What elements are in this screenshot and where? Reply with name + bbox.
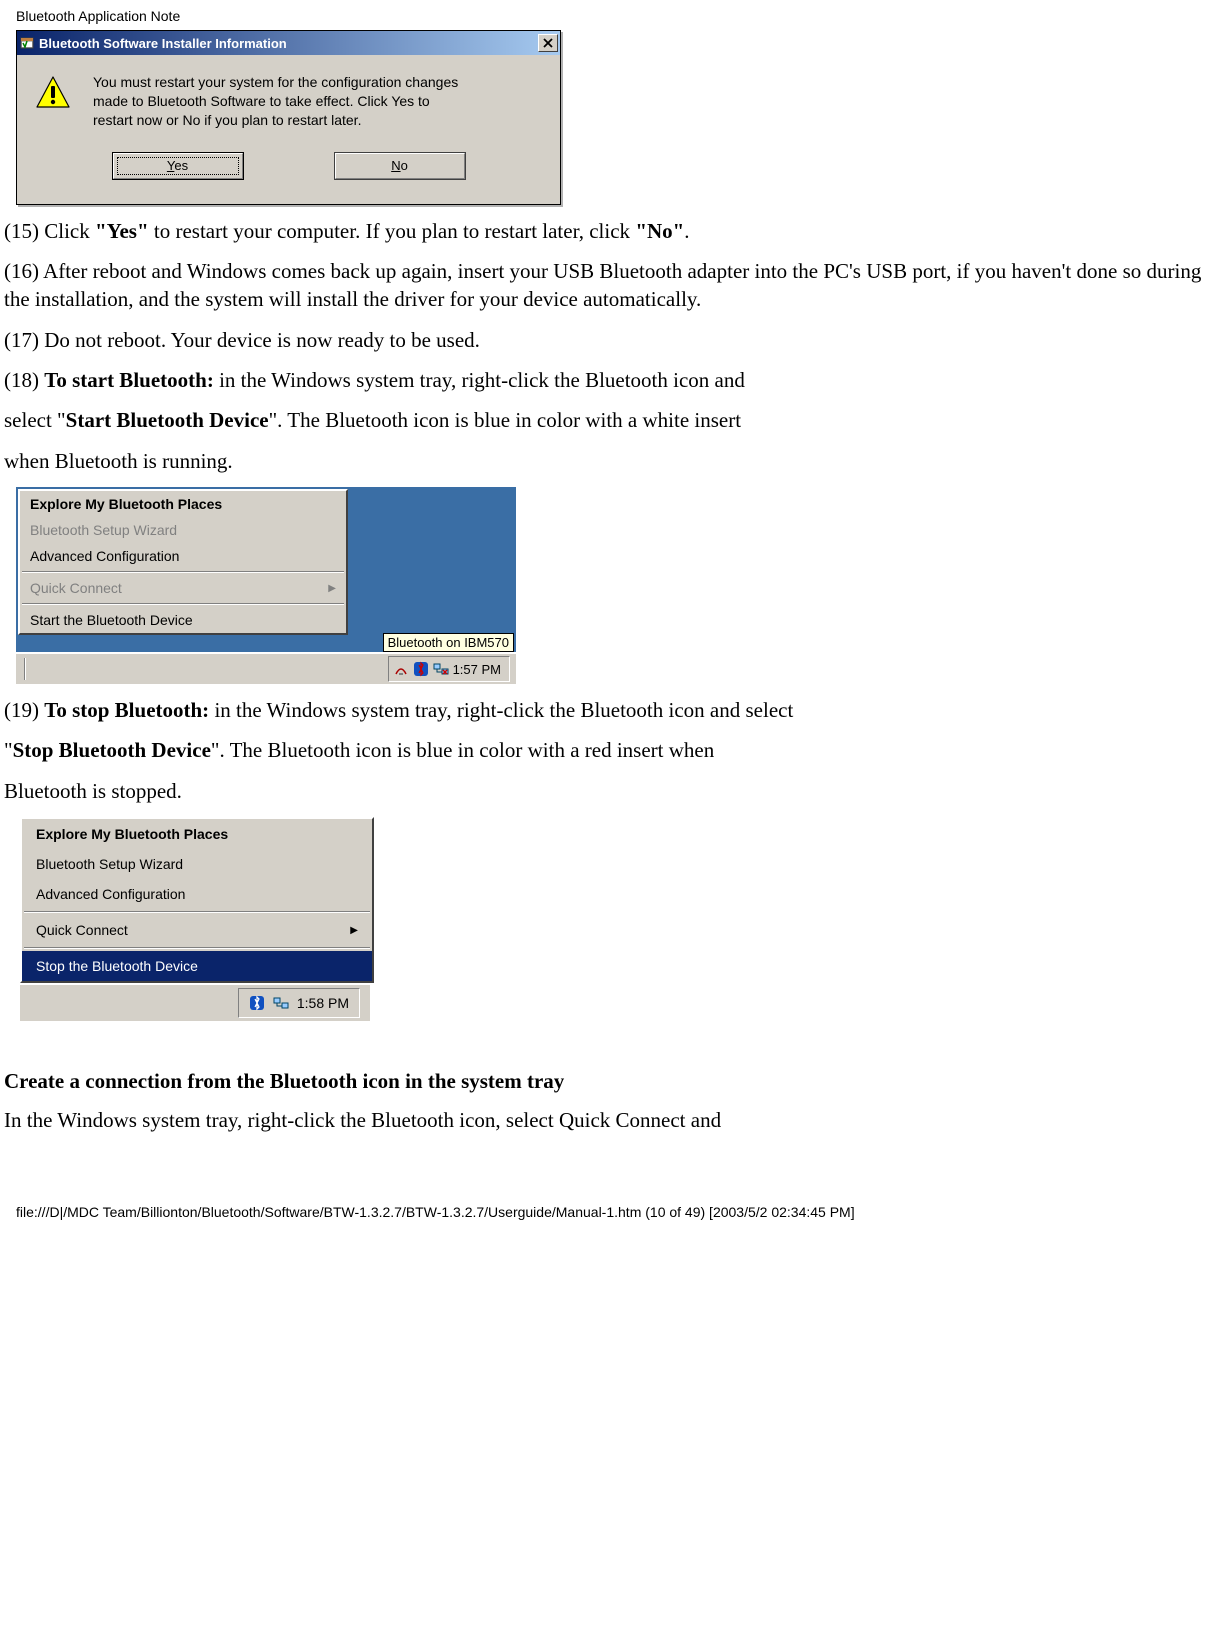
tray-tooltip: Bluetooth on IBM570 bbox=[383, 633, 514, 652]
page-footer: file:///D|/MDC Team/Billionton/Bluetooth… bbox=[16, 1204, 1222, 1220]
warning-icon bbox=[35, 75, 71, 111]
menu-separator bbox=[24, 947, 370, 949]
installer-icon bbox=[19, 35, 35, 51]
dialog-figure: Bluetooth Software Installer Information… bbox=[16, 30, 561, 205]
step-19-line2: "Stop Bluetooth Device". The Bluetooth i… bbox=[4, 736, 1222, 764]
tray-clock: 1:57 PM bbox=[453, 662, 501, 677]
step-18-line3: when Bluetooth is running. bbox=[4, 447, 1222, 475]
context-menu-figure-1: Explore My Bluetooth Places Bluetooth Se… bbox=[16, 487, 1222, 684]
menu-quick-connect: Quick Connect ▶ bbox=[20, 575, 346, 601]
bluetooth-tray-icon[interactable] bbox=[249, 995, 265, 1011]
menu-separator bbox=[22, 571, 344, 573]
system-tray: 1:57 PM bbox=[388, 656, 510, 682]
menu-explore-places[interactable]: Explore My Bluetooth Places bbox=[22, 819, 372, 849]
menu-explore-places[interactable]: Explore My Bluetooth Places bbox=[20, 491, 346, 517]
section-heading: Create a connection from the Bluetooth i… bbox=[4, 1069, 1222, 1094]
menu-setup-wizard[interactable]: Bluetooth Setup Wizard bbox=[22, 849, 372, 879]
submenu-arrow-icon: ▶ bbox=[328, 583, 336, 594]
network-icon[interactable] bbox=[433, 661, 449, 677]
menu-advanced-config[interactable]: Advanced Configuration bbox=[22, 879, 372, 909]
no-button[interactable]: No bbox=[334, 152, 466, 180]
close-button[interactable] bbox=[538, 34, 558, 52]
menu-separator bbox=[24, 911, 370, 913]
dialog-window: Bluetooth Software Installer Information… bbox=[16, 30, 561, 205]
yes-button[interactable]: Yes bbox=[112, 152, 244, 180]
system-tray: 1:58 PM bbox=[238, 988, 360, 1018]
menu-start-device[interactable]: Start the Bluetooth Device bbox=[20, 607, 346, 633]
submenu-arrow-icon: ▶ bbox=[350, 925, 358, 936]
menu-quick-connect[interactable]: Quick Connect ▶ bbox=[22, 915, 372, 945]
step-19-line3: Bluetooth is stopped. bbox=[4, 777, 1222, 805]
section-para: In the Windows system tray, right-click … bbox=[4, 1106, 1222, 1134]
step-15: (15) Click "Yes" to restart your compute… bbox=[4, 217, 1222, 245]
taskbar: 1:58 PM bbox=[20, 983, 370, 1021]
page-header: Bluetooth Application Note bbox=[16, 8, 1222, 24]
menu-advanced-config[interactable]: Advanced Configuration bbox=[20, 543, 346, 569]
step-18-line2: select "Start Bluetooth Device". The Blu… bbox=[4, 406, 1222, 434]
tray-clock: 1:58 PM bbox=[297, 995, 349, 1011]
menu-stop-device[interactable]: Stop the Bluetooth Device bbox=[22, 951, 372, 981]
network-icon[interactable] bbox=[273, 995, 289, 1011]
step-17: (17) Do not reboot. Your device is now r… bbox=[4, 326, 1222, 354]
irda-icon[interactable] bbox=[393, 661, 409, 677]
step-19-line1: (19) To stop Bluetooth: in the Windows s… bbox=[4, 696, 1222, 724]
step-18-line1: (18) To start Bluetooth: in the Windows … bbox=[4, 366, 1222, 394]
dialog-buttons: Yes No bbox=[17, 146, 560, 204]
bluetooth-tray-icon[interactable] bbox=[413, 661, 429, 677]
taskbar: 1:57 PM bbox=[16, 652, 516, 684]
dialog-body: You must restart your system for the con… bbox=[17, 55, 560, 146]
titlebar-text: Bluetooth Software Installer Information bbox=[39, 36, 538, 51]
bluetooth-context-menu: Explore My Bluetooth Places Bluetooth Se… bbox=[18, 489, 348, 635]
titlebar: Bluetooth Software Installer Information bbox=[17, 31, 560, 55]
step-16: (16) After reboot and Windows comes back… bbox=[4, 257, 1222, 314]
menu-setup-wizard: Bluetooth Setup Wizard bbox=[20, 517, 346, 543]
menu-separator bbox=[22, 603, 344, 605]
dialog-message: You must restart your system for the con… bbox=[93, 73, 473, 130]
bluetooth-context-menu-2: Explore My Bluetooth Places Bluetooth Se… bbox=[20, 817, 374, 983]
context-menu-figure-2: Explore My Bluetooth Places Bluetooth Se… bbox=[20, 817, 1222, 1021]
